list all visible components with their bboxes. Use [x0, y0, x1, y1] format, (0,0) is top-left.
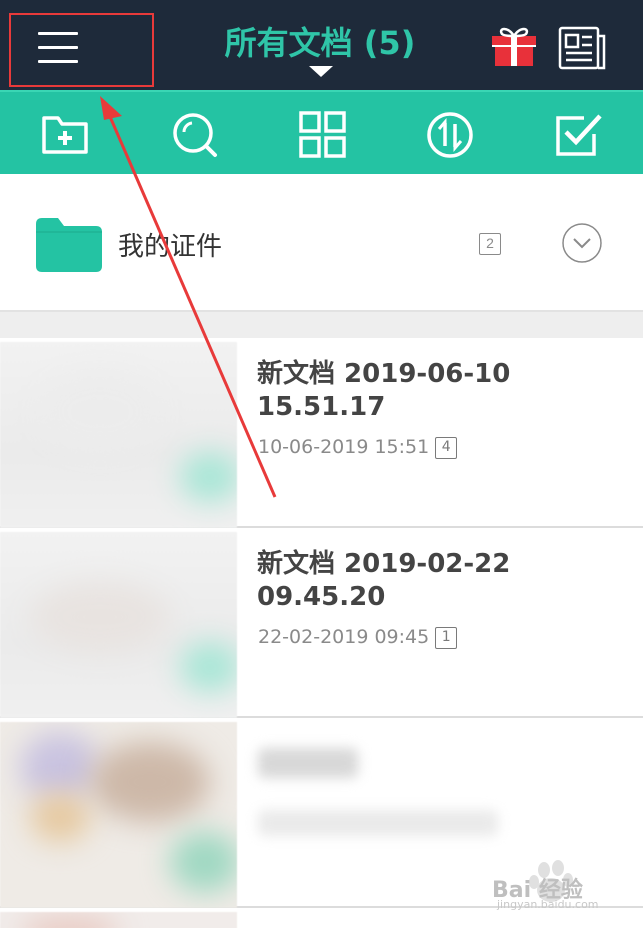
watermark-url: jingyan.baidu.com — [497, 898, 599, 911]
document-meta: 10-06-2019 15:51 4 — [258, 436, 458, 459]
folder-count-badge: 2 — [479, 233, 501, 255]
chevron-down-icon[interactable] — [562, 223, 602, 263]
action-toolbar — [0, 90, 643, 174]
folder-icon — [36, 218, 102, 272]
newspaper-icon[interactable] — [558, 26, 606, 70]
top-navigation-bar: 所有文档 (5) — [0, 0, 643, 90]
page-count-badge: 1 — [435, 627, 458, 649]
select-checkbox-icon[interactable] — [554, 110, 604, 160]
page-count-badge: 4 — [435, 437, 458, 459]
folder-name: 我的证件 — [118, 232, 223, 262]
document-thumbnail[interactable] — [0, 722, 237, 908]
search-icon[interactable] — [170, 110, 220, 160]
title-dropdown-caret-icon[interactable] — [309, 66, 333, 77]
document-thumbnail[interactable] — [0, 912, 237, 928]
document-date: 10-06-2019 15:51 — [258, 436, 430, 458]
document-thumbnail[interactable] — [0, 532, 237, 718]
section-separator — [0, 312, 643, 338]
document-meta: 22-02-2019 09:45 1 — [258, 626, 458, 649]
document-row[interactable]: 新文档 2019-06-10 15.51.17 10-06-2019 15:51… — [0, 338, 643, 528]
blurred-subtitle — [258, 810, 498, 836]
document-thumbnail[interactable] — [0, 342, 237, 528]
document-title: 新文档 2019-06-10 15.51.17 — [257, 359, 511, 422]
grid-view-icon[interactable] — [298, 110, 348, 160]
annotation-highlight-box — [9, 13, 154, 87]
document-row[interactable]: 新文档 2019-02-22 09.45.20 22-02-2019 09:45… — [0, 528, 643, 718]
new-folder-icon[interactable] — [40, 110, 90, 160]
sort-icon[interactable] — [425, 110, 475, 160]
blurred-title — [258, 748, 358, 778]
document-title: 新文档 2019-02-22 09.45.20 — [257, 549, 511, 612]
document-date: 22-02-2019 09:45 — [258, 626, 430, 648]
gift-icon[interactable] — [490, 22, 538, 68]
page-title[interactable]: 所有文档 (5) — [160, 18, 480, 64]
folder-row[interactable]: 我的证件 2 — [0, 174, 643, 312]
